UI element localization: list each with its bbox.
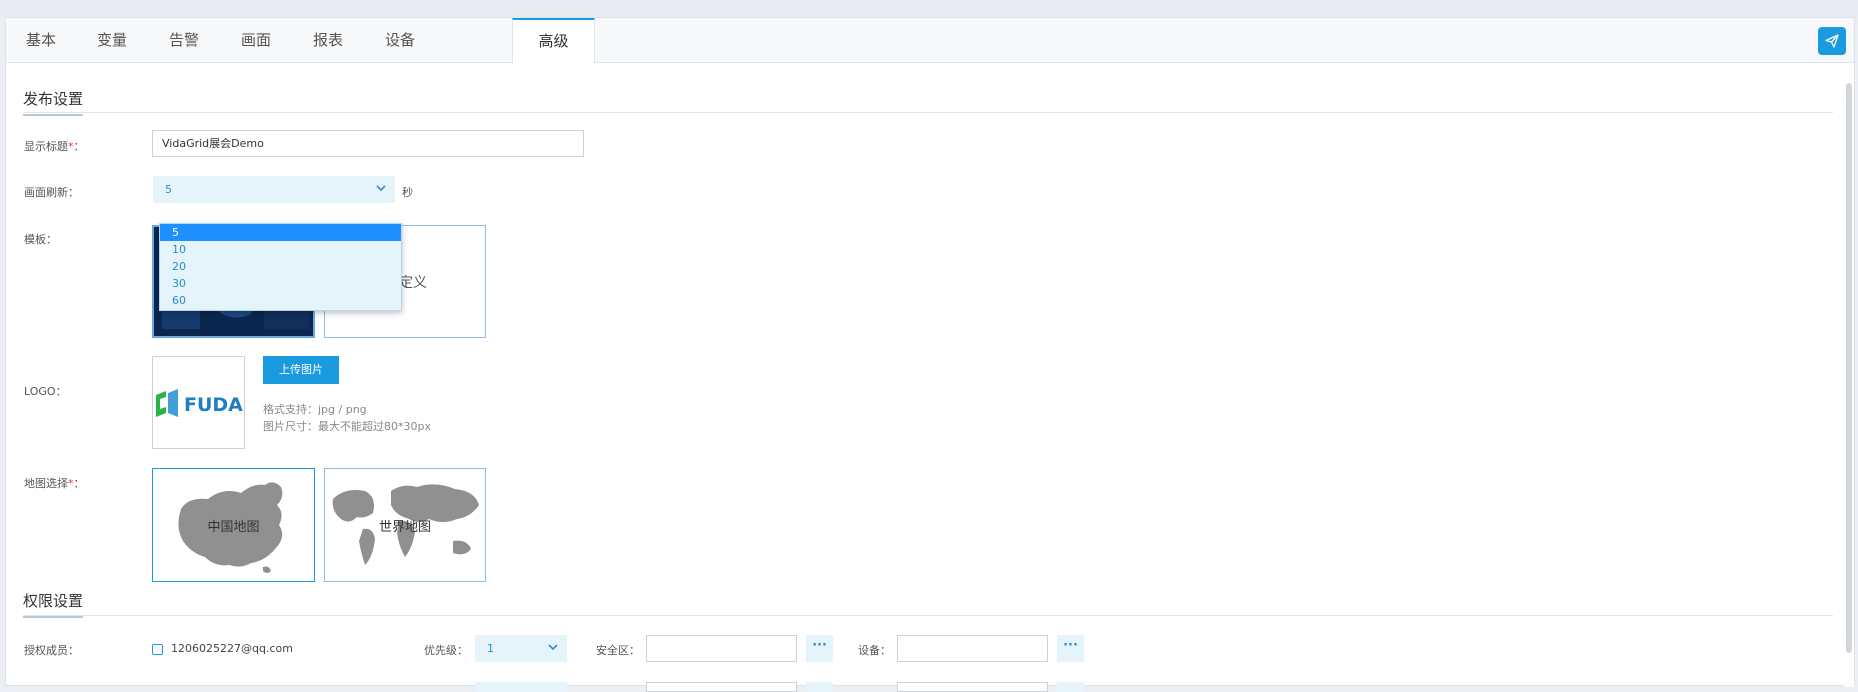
refresh-select-value: 5: [165, 183, 172, 196]
fuda-logo-image: FUDA: [155, 388, 243, 417]
refresh-select[interactable]: 5: [153, 176, 395, 203]
dropdown-option[interactable]: 10: [160, 241, 401, 258]
display-title-input[interactable]: VidaGrid展会Demo: [152, 130, 584, 157]
zone-more-button-row2[interactable]: [806, 682, 833, 692]
svg-text:FUDA: FUDA: [184, 394, 243, 416]
zone-input-row2[interactable]: [646, 682, 797, 692]
settings-panel: 基本 变量 告警 画面 报表 设备 高级 发布设置 显示标题*： VidaGri…: [5, 17, 1855, 692]
title-label: 显示标题*：: [24, 140, 85, 153]
logo-preview: FUDA: [152, 356, 245, 449]
member-checkbox[interactable]: [152, 644, 163, 655]
template-custom-label: 定义: [399, 275, 427, 291]
device-more-button[interactable]: ···: [1057, 635, 1084, 662]
chevron-down-icon: [376, 185, 386, 192]
map-label: 地图选择*：: [24, 477, 85, 490]
priority-select-row2[interactable]: [475, 682, 567, 692]
top-strip: [0, 0, 1858, 17]
dropdown-option[interactable]: 20: [160, 258, 401, 275]
refresh-unit: 秒: [402, 186, 413, 199]
device-input[interactable]: [897, 635, 1048, 662]
dropdown-option[interactable]: 5: [160, 224, 401, 241]
tab-screens[interactable]: 画面: [220, 18, 292, 63]
tab-basic[interactable]: 基本: [6, 18, 76, 63]
template-label: 模板：: [24, 233, 57, 246]
scrollbar-thumb[interactable]: [1846, 83, 1852, 653]
section-divider: [23, 615, 1833, 616]
tab-variables[interactable]: 变量: [76, 18, 148, 63]
section-title-permission: 权限设置: [23, 590, 84, 618]
dropdown-option[interactable]: 60: [160, 292, 401, 309]
zone-input[interactable]: [646, 635, 797, 662]
tab-devices[interactable]: 设备: [364, 18, 436, 63]
member-email: 1206025227@qq.com: [171, 642, 293, 655]
device-input-row2[interactable]: [897, 682, 1048, 692]
chevron-down-icon: [548, 644, 558, 651]
member-label: 授权成员：: [24, 644, 79, 657]
map-world-label: 世界地图: [378, 520, 431, 535]
device-label: 设备：: [858, 644, 891, 657]
priority-select[interactable]: 1: [475, 635, 567, 662]
dropdown-option[interactable]: 30: [160, 275, 401, 292]
size-hint: 图片尺寸：最大不能超过80*30px: [263, 420, 431, 433]
send-icon: [1825, 34, 1839, 48]
device-more-button-row2[interactable]: [1057, 682, 1084, 692]
zone-more-button[interactable]: ···: [806, 635, 833, 662]
map-world-tile[interactable]: 世界地图: [324, 468, 486, 582]
zone-label: 安全区：: [596, 644, 640, 657]
tab-alarms[interactable]: 告警: [148, 18, 220, 63]
logo-label: LOGO：: [24, 385, 67, 398]
upload-image-button[interactable]: 上传图片: [263, 356, 339, 384]
map-china-label: 中国地图: [207, 520, 260, 535]
refresh-dropdown: 5 10 20 30 60: [159, 223, 402, 311]
refresh-label: 画面刷新：: [24, 186, 79, 199]
tab-advanced[interactable]: 高级: [512, 18, 595, 64]
section-divider: [23, 112, 1833, 113]
format-hint: 格式支持：jpg / png: [263, 403, 367, 416]
map-china-tile[interactable]: 中国地图: [152, 468, 315, 582]
publish-button[interactable]: [1818, 27, 1846, 55]
tab-reports[interactable]: 报表: [292, 18, 364, 63]
priority-label: 优先级：: [424, 644, 468, 657]
tab-bar: 基本 变量 告警 画面 报表 设备 高级: [6, 18, 1854, 64]
priority-select-value: 1: [487, 642, 494, 655]
